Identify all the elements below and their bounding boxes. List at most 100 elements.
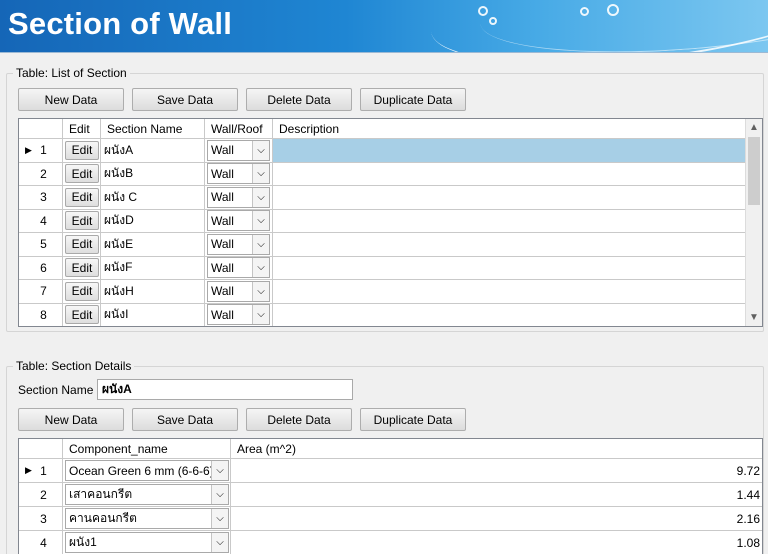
column-header-component-name[interactable]: Component_name bbox=[63, 439, 231, 458]
chevron-down-icon[interactable]: ⌵ bbox=[252, 305, 269, 325]
table-row[interactable]: 4 ผนัง1 ⌵ 1.08 bbox=[19, 531, 762, 554]
wall-roof-select[interactable]: Wall ⌵ bbox=[207, 257, 270, 279]
description-cell[interactable] bbox=[273, 186, 745, 209]
wall-roof-value: Wall bbox=[211, 307, 234, 322]
row-number[interactable]: ▶ 1 bbox=[19, 139, 63, 162]
edit-row-button[interactable]: Edit bbox=[65, 305, 99, 325]
edit-row-button[interactable]: Edit bbox=[65, 140, 99, 160]
row-number[interactable]: 2 bbox=[19, 162, 63, 185]
vertical-scrollbar[interactable]: ▲ ▼ bbox=[745, 119, 762, 326]
wall-roof-select[interactable]: Wall ⌵ bbox=[207, 304, 270, 326]
area-cell[interactable]: 1.44 bbox=[231, 483, 762, 506]
component-select[interactable]: ผนัง1 ⌵ bbox=[65, 532, 229, 553]
details-delete-data-button[interactable]: Delete Data bbox=[246, 408, 352, 431]
chevron-down-icon[interactable]: ⌵ bbox=[252, 164, 269, 184]
table-row[interactable]: 5 Edit ผนังE Wall ⌵ bbox=[19, 233, 745, 257]
section-name-cell[interactable]: ผนังD bbox=[101, 209, 205, 232]
component-select[interactable]: เสาคอนกรีต ⌵ bbox=[65, 484, 229, 505]
table-row[interactable]: 3 คานคอนกรีต ⌵ 2.16 bbox=[19, 507, 762, 531]
edit-row-button[interactable]: Edit bbox=[65, 164, 99, 184]
row-number[interactable]: 7 bbox=[19, 280, 63, 303]
details-new-data-button[interactable]: New Data bbox=[18, 408, 124, 431]
table-row[interactable]: 4 Edit ผนังD Wall ⌵ bbox=[19, 209, 745, 233]
chevron-down-icon[interactable]: ⌵ bbox=[252, 187, 269, 207]
description-cell[interactable] bbox=[273, 163, 745, 186]
table-row[interactable]: 6 Edit ผนังF Wall ⌵ bbox=[19, 256, 745, 280]
chevron-down-icon[interactable]: ⌵ bbox=[211, 461, 228, 480]
scroll-up-icon[interactable]: ▲ bbox=[746, 119, 762, 136]
chevron-down-icon[interactable]: ⌵ bbox=[211, 533, 228, 552]
section-name-cell[interactable]: ผนัง C bbox=[101, 186, 205, 209]
section-name-cell[interactable]: ผนังA bbox=[101, 139, 205, 162]
table-row[interactable]: 2 เสาคอนกรีต ⌵ 1.44 bbox=[19, 483, 762, 507]
area-cell[interactable]: 2.16 bbox=[231, 507, 762, 530]
description-cell[interactable] bbox=[273, 210, 745, 233]
area-cell[interactable]: 1.08 bbox=[231, 531, 762, 554]
section-list-legend: Table: List of Section bbox=[16, 66, 127, 80]
edit-row-button[interactable]: Edit bbox=[65, 211, 99, 231]
table-row[interactable]: 7 Edit ผนังH Wall ⌵ bbox=[19, 280, 745, 304]
chevron-down-icon[interactable]: ⌵ bbox=[252, 211, 269, 231]
row-number[interactable]: ▶ 1 bbox=[19, 459, 63, 482]
chevron-down-icon[interactable]: ⌵ bbox=[211, 509, 228, 528]
row-number[interactable]: 3 bbox=[19, 507, 63, 530]
details-save-data-button[interactable]: Save Data bbox=[132, 408, 238, 431]
chevron-down-icon[interactable]: ⌵ bbox=[252, 258, 269, 278]
column-header-edit[interactable]: Edit bbox=[63, 119, 101, 138]
scroll-thumb[interactable] bbox=[748, 137, 760, 205]
edit-row-button[interactable]: Edit bbox=[65, 281, 99, 301]
wall-roof-select[interactable]: Wall ⌵ bbox=[207, 280, 270, 302]
duplicate-data-button[interactable]: Duplicate Data bbox=[360, 88, 466, 111]
column-header-wall-roof[interactable]: Wall/Roof bbox=[205, 119, 273, 138]
description-cell[interactable] bbox=[273, 139, 745, 162]
section-name-input[interactable]: ผนังA bbox=[97, 379, 353, 400]
edit-row-button[interactable]: Edit bbox=[65, 234, 99, 254]
wall-roof-select[interactable]: Wall ⌵ bbox=[207, 233, 270, 255]
section-details-grid[interactable]: Component_name Area (m^2) ▶ 1 Ocean Green … bbox=[18, 438, 763, 554]
description-cell[interactable] bbox=[273, 233, 745, 256]
wall-roof-select[interactable]: Wall ⌵ bbox=[207, 210, 270, 232]
chevron-down-icon[interactable]: ⌵ bbox=[252, 140, 269, 160]
current-row-arrow-icon: ▶ bbox=[25, 465, 32, 475]
row-number[interactable]: 8 bbox=[19, 303, 63, 326]
chevron-down-icon[interactable]: ⌵ bbox=[211, 485, 228, 504]
row-number[interactable]: 3 bbox=[19, 186, 63, 209]
new-data-button[interactable]: New Data bbox=[18, 88, 124, 111]
component-select[interactable]: คานคอนกรีต ⌵ bbox=[65, 508, 229, 529]
section-list-grid[interactable]: Edit Section Name Wall/Roof Description … bbox=[18, 118, 763, 327]
chevron-down-icon[interactable]: ⌵ bbox=[252, 281, 269, 301]
table-row[interactable]: 2 Edit ผนังB Wall ⌵ bbox=[19, 162, 745, 186]
table-row[interactable]: 3 Edit ผนัง C Wall ⌵ bbox=[19, 186, 745, 210]
area-cell[interactable]: 9.72 bbox=[231, 459, 762, 482]
column-header-description[interactable]: Description bbox=[273, 119, 745, 138]
wall-roof-select[interactable]: Wall ⌵ bbox=[207, 139, 270, 161]
edit-row-button[interactable]: Edit bbox=[65, 258, 99, 278]
row-number[interactable]: 2 bbox=[19, 483, 63, 506]
row-number[interactable]: 4 bbox=[19, 209, 63, 232]
save-data-button[interactable]: Save Data bbox=[132, 88, 238, 111]
section-name-cell[interactable]: ผนังE bbox=[101, 233, 205, 256]
row-number[interactable]: 6 bbox=[19, 256, 63, 279]
component-select[interactable]: Ocean Green 6 mm (6-6-6) ⌵ bbox=[65, 460, 229, 481]
column-header-section-name[interactable]: Section Name bbox=[101, 119, 205, 138]
section-name-cell[interactable]: ผนังH bbox=[101, 280, 205, 303]
section-name-cell[interactable]: ผนังF bbox=[101, 256, 205, 279]
section-name-cell[interactable]: ผนังB bbox=[101, 162, 205, 185]
edit-row-button[interactable]: Edit bbox=[65, 187, 99, 207]
row-number[interactable]: 5 bbox=[19, 233, 63, 256]
scroll-down-icon[interactable]: ▼ bbox=[746, 309, 762, 326]
wall-roof-select[interactable]: Wall ⌵ bbox=[207, 163, 270, 185]
description-cell[interactable] bbox=[273, 280, 745, 303]
table-row[interactable]: ▶ 1 Ocean Green 6 mm (6-6-6) ⌵ 9.72 bbox=[19, 459, 762, 483]
description-cell[interactable] bbox=[273, 304, 745, 327]
row-number[interactable]: 4 bbox=[19, 531, 63, 554]
delete-data-button[interactable]: Delete Data bbox=[246, 88, 352, 111]
column-header-area[interactable]: Area (m^2) bbox=[231, 439, 762, 458]
description-cell[interactable] bbox=[273, 257, 745, 280]
table-row[interactable]: ▶ 1 Edit ผนังA Wall ⌵ bbox=[19, 139, 745, 163]
section-name-cell[interactable]: ผนังI bbox=[101, 303, 205, 326]
wall-roof-select[interactable]: Wall ⌵ bbox=[207, 186, 270, 208]
chevron-down-icon[interactable]: ⌵ bbox=[252, 234, 269, 254]
details-duplicate-data-button[interactable]: Duplicate Data bbox=[360, 408, 466, 431]
table-row[interactable]: 8 Edit ผนังI Wall ⌵ bbox=[19, 303, 745, 327]
